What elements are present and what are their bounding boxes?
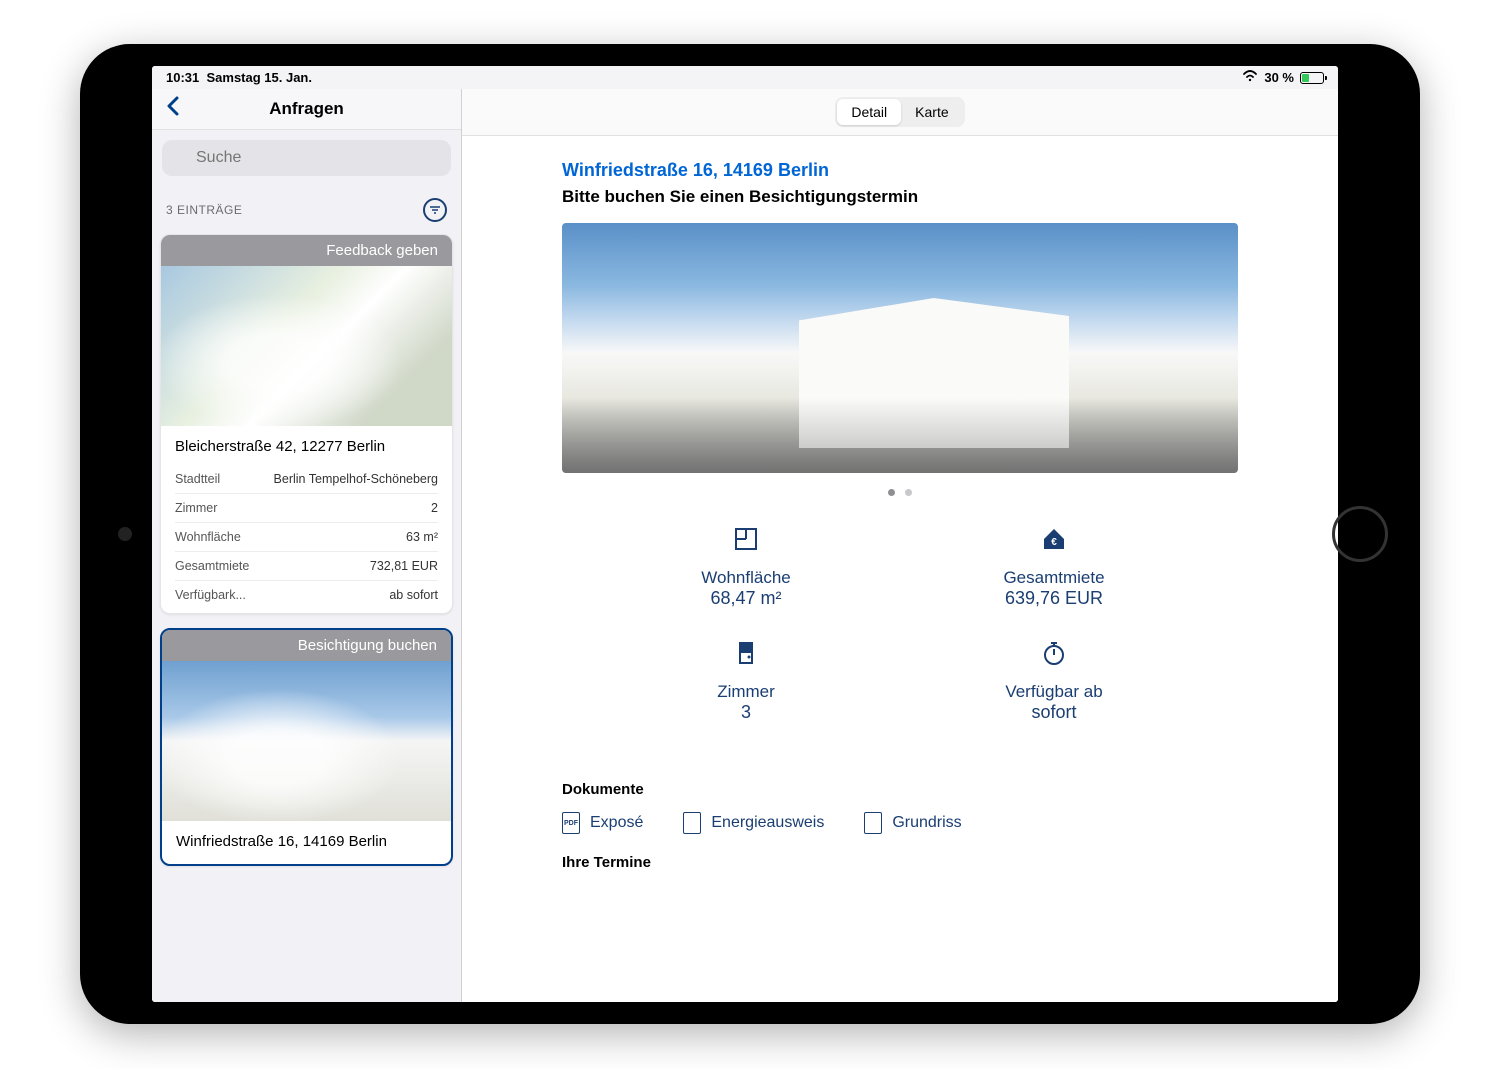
floorplan-icon bbox=[622, 525, 870, 560]
search-input[interactable] bbox=[162, 140, 451, 176]
tab-detail[interactable]: Detail bbox=[837, 99, 901, 125]
stats-grid: Wohnfläche 68,47 m² € Gesamtmiete 639,76… bbox=[562, 525, 1238, 763]
status-bar: 10:31 Samstag 15. Jan. 30 % bbox=[152, 66, 1338, 89]
status-date: Samstag 15. Jan. bbox=[206, 70, 312, 85]
document-icon bbox=[683, 812, 701, 834]
sidebar-title: Anfragen bbox=[166, 99, 447, 119]
detail-pane: Detail Karte Winfriedstraße 16, 14169 Be… bbox=[462, 89, 1338, 1002]
documents-title: Dokumente bbox=[562, 781, 1238, 798]
sidebar-header: Anfragen bbox=[152, 89, 461, 130]
card-image bbox=[161, 266, 452, 426]
doc-label: Grundriss bbox=[892, 814, 961, 832]
back-button[interactable] bbox=[166, 96, 180, 122]
view-segment: Detail Karte bbox=[835, 97, 964, 127]
stat-label: Zimmer bbox=[622, 682, 870, 702]
card-banner: Feedback geben bbox=[161, 235, 452, 266]
stat-label: Gesamtmiete bbox=[930, 568, 1178, 588]
doc-grundriss[interactable]: Grundriss bbox=[864, 812, 961, 834]
doc-energieausweis[interactable]: Energieausweis bbox=[683, 812, 824, 834]
status-left: 10:31 Samstag 15. Jan. bbox=[166, 70, 312, 85]
tab-karte[interactable]: Karte bbox=[901, 99, 962, 125]
documents-row: PDF Exposé Energieausweis Grundriss bbox=[562, 812, 1238, 834]
card-address: Winfriedstraße 16, 14169 Berlin bbox=[176, 833, 437, 850]
stat-value: 639,76 EUR bbox=[930, 588, 1178, 609]
screen: 10:31 Samstag 15. Jan. 30 % Anfragen bbox=[152, 66, 1338, 1002]
cards-list[interactable]: Feedback geben Bleicherstraße 42, 12277 … bbox=[152, 234, 461, 1002]
filter-button[interactable] bbox=[423, 198, 447, 222]
stat-gesamtmiete: € Gesamtmiete 639,76 EUR bbox=[930, 525, 1178, 609]
detail-address: Winfriedstraße 16, 14169 Berlin bbox=[562, 160, 1238, 181]
entries-count: 3 EINTRÄGE bbox=[166, 203, 242, 217]
list-meta: 3 EINTRÄGE bbox=[152, 182, 461, 234]
listing-card[interactable]: Feedback geben Bleicherstraße 42, 12277 … bbox=[160, 234, 453, 614]
dot[interactable] bbox=[905, 489, 912, 496]
door-icon bbox=[622, 639, 870, 674]
stat-value: 68,47 m² bbox=[622, 588, 870, 609]
stat-label: Wohnfläche bbox=[622, 568, 870, 588]
doc-expose[interactable]: PDF Exposé bbox=[562, 812, 643, 834]
card-row: Verfügbark...ab sofort bbox=[175, 581, 438, 609]
stat-verfuegbar: Verfügbar ab sofort bbox=[930, 639, 1178, 723]
card-image bbox=[162, 661, 451, 821]
appointments-title: Ihre Termine bbox=[562, 854, 1238, 871]
stat-label: Verfügbar ab bbox=[930, 682, 1178, 702]
svg-text:€: € bbox=[1051, 537, 1057, 548]
stat-value: sofort bbox=[930, 702, 1178, 723]
search-wrap bbox=[152, 130, 461, 182]
battery-icon bbox=[1300, 72, 1324, 84]
tablet-frame: 10:31 Samstag 15. Jan. 30 % Anfragen bbox=[80, 44, 1420, 1024]
card-row: Gesamtmiete732,81 EUR bbox=[175, 552, 438, 581]
wifi-icon bbox=[1242, 70, 1258, 85]
doc-label: Energieausweis bbox=[711, 814, 824, 832]
card-row: Wohnfläche63 m² bbox=[175, 523, 438, 552]
app-body: Anfragen 3 EINTRÄGE bbox=[152, 89, 1338, 1002]
detail-body[interactable]: Winfriedstraße 16, 14169 Berlin Bitte bu… bbox=[462, 136, 1338, 1002]
status-right: 30 % bbox=[1242, 70, 1324, 85]
detail-subtitle: Bitte buchen Sie einen Besichtigungsterm… bbox=[562, 187, 1238, 207]
stat-value: 3 bbox=[622, 702, 870, 723]
card-address: Bleicherstraße 42, 12277 Berlin bbox=[175, 438, 438, 455]
sidebar: Anfragen 3 EINTRÄGE bbox=[152, 89, 462, 1002]
detail-header: Detail Karte bbox=[462, 89, 1338, 136]
card-content: Winfriedstraße 16, 14169 Berlin bbox=[162, 821, 451, 864]
house-euro-icon: € bbox=[930, 525, 1178, 560]
card-content: Bleicherstraße 42, 12277 Berlin Stadttei… bbox=[161, 426, 452, 613]
card-row: StadtteilBerlin Tempelhof-Schöneberg bbox=[175, 465, 438, 494]
stat-wohnflaeche: Wohnfläche 68,47 m² bbox=[622, 525, 870, 609]
hero-image[interactable] bbox=[562, 223, 1238, 473]
stopwatch-icon bbox=[930, 639, 1178, 674]
listing-card-selected[interactable]: Besichtigung buchen Winfriedstraße 16, 1… bbox=[160, 628, 453, 866]
status-time: 10:31 bbox=[166, 70, 199, 85]
card-banner: Besichtigung buchen bbox=[162, 630, 451, 661]
pdf-icon: PDF bbox=[562, 812, 580, 834]
doc-label: Exposé bbox=[590, 814, 643, 832]
battery-percent: 30 % bbox=[1264, 70, 1294, 85]
image-pagination bbox=[562, 473, 1238, 525]
dot-active[interactable] bbox=[888, 489, 895, 496]
card-row: Zimmer2 bbox=[175, 494, 438, 523]
stat-zimmer: Zimmer 3 bbox=[622, 639, 870, 723]
document-icon bbox=[864, 812, 882, 834]
